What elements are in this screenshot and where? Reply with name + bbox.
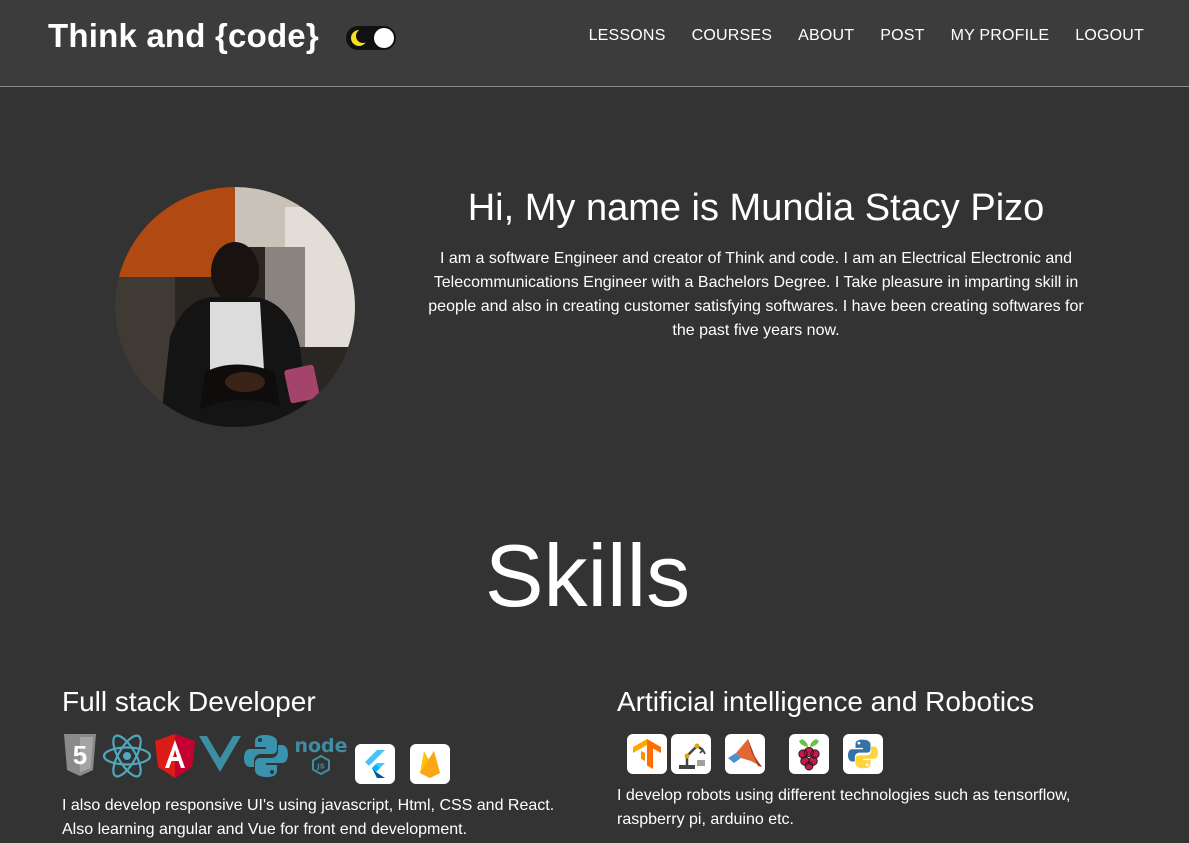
angular-icon [155, 734, 195, 778]
svg-text:node: node [294, 735, 347, 757]
skills-title: Skills [484, 526, 691, 625]
nodejs-icon: node JS [294, 735, 348, 776]
navbar: Think and {code} LESSONS COURSES ABOUT P… [0, 0, 1189, 87]
python-icon [244, 735, 288, 777]
profile-photo [115, 187, 355, 427]
firebase-icon [410, 744, 450, 784]
ai-robotics-skill-section: Artificial intelligence and Robotics I d… [617, 686, 1137, 832]
svg-text:JS: JS [316, 763, 325, 771]
tensorflow-icon [627, 734, 667, 774]
ai-icon-row [617, 734, 1137, 784]
matlab-icon [725, 734, 765, 774]
toggle-knob [374, 28, 394, 48]
hero-title: Hi, My name is Mundia Stacy Pizo [467, 187, 1045, 229]
nav-courses[interactable]: COURSES [692, 27, 773, 45]
flutter-icon [355, 744, 395, 784]
nav-my-profile[interactable]: MY PROFILE [951, 27, 1050, 45]
react-icon [102, 734, 152, 778]
fullstack-heading: Full stack Developer [62, 686, 316, 717]
nav-post[interactable]: POST [880, 27, 924, 45]
ai-robotics-heading: Artificial intelligence and Robotics [617, 686, 1035, 717]
hero-description: I am a software Engineer and creator of … [428, 250, 1084, 339]
python-icon [843, 734, 883, 774]
svg-text:5: 5 [73, 740, 87, 770]
vue-icon [199, 736, 241, 772]
nav-about[interactable]: ABOUT [798, 27, 854, 45]
nav-logout[interactable]: LOGOUT [1075, 27, 1144, 45]
ai-robotics-description: I develop robots using different technol… [617, 787, 1071, 828]
fullstack-icon-row: 5 node JS [62, 734, 582, 796]
moon-icon [351, 29, 368, 46]
raspberry-pi-icon [789, 734, 829, 774]
nav-links: LESSONS COURSES ABOUT POST MY PROFILE LO… [589, 27, 1144, 45]
theme-toggle[interactable] [346, 26, 396, 50]
brand-logo[interactable]: Think and {code} [48, 17, 319, 55]
nav-lessons[interactable]: LESSONS [589, 27, 666, 45]
fullstack-description: I also develop responsive UI's using jav… [62, 797, 555, 838]
robot-arm-icon [671, 734, 711, 774]
fullstack-skill-section: Full stack Developer 5 node JS I also de… [62, 686, 582, 842]
html5-icon: 5 [64, 734, 96, 776]
